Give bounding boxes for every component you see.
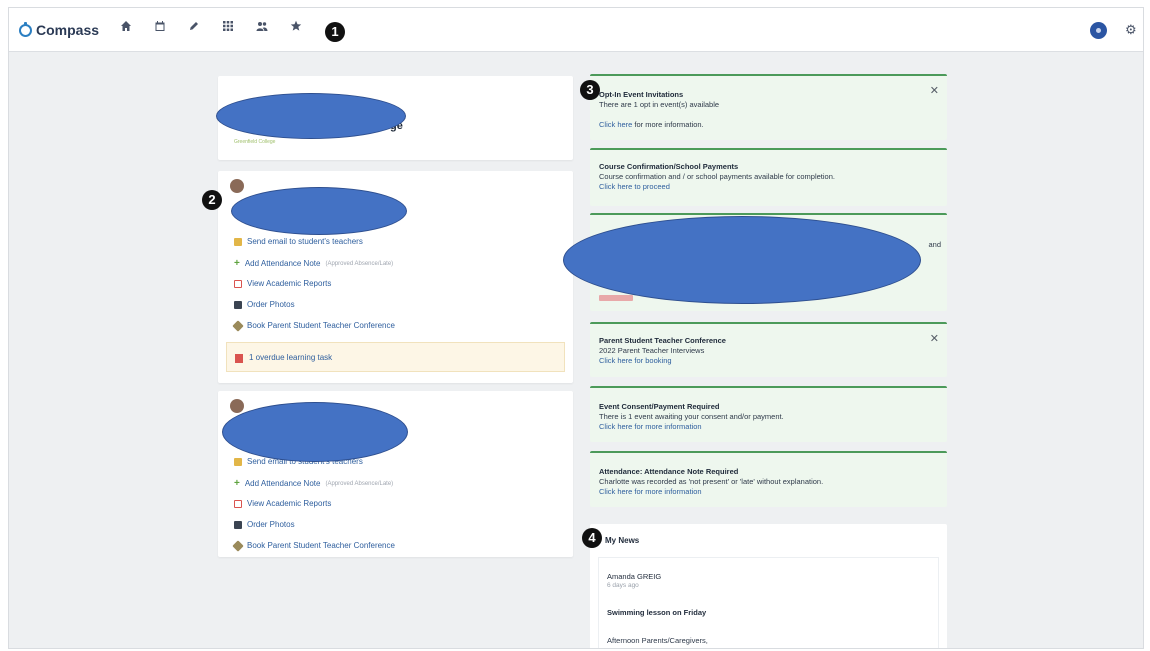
callout-3: 3 [580, 80, 600, 100]
camera-icon [234, 520, 242, 529]
notice-thumbnail [599, 295, 633, 301]
calendar-icon[interactable] [153, 20, 167, 34]
redaction-student-2 [222, 402, 408, 462]
plus-icon: + [234, 258, 240, 269]
overdue-task-alert[interactable]: 1 overdue learning task [226, 342, 565, 372]
people-icon[interactable] [255, 20, 269, 34]
optin-more-info-link[interactable]: Click here for more information. [599, 120, 704, 129]
notice-optin-events: Opt-In Event Invitations There are 1 opt… [590, 74, 947, 140]
add-attendance-note-link[interactable]: + Add Attendance Note (Approved Absence/… [234, 478, 393, 489]
book-conference-link[interactable]: Book Parent Student Teacher Conference [232, 319, 395, 332]
my-news-panel: My News Amanda GREIG 6 days ago Swimming… [590, 524, 947, 648]
plus-icon: + [234, 478, 240, 489]
notice-attendance-note: Attendance: Attendance Note Required Cha… [590, 451, 947, 507]
compass-logo[interactable]: Compass [19, 20, 99, 40]
report-icon [234, 499, 242, 508]
my-news-heading: My News [605, 536, 640, 545]
add-attendance-note-link[interactable]: + Add Attendance Note (Approved Absence/… [234, 258, 393, 269]
notice-course-payments: Course Confirmation/School Payments Cour… [590, 148, 947, 206]
gear-icon[interactable]: ⚙ [1125, 22, 1137, 38]
news-post-title: Swimming lesson on Friday [607, 608, 707, 617]
conference-icon [232, 319, 244, 332]
redaction-notice [563, 216, 921, 304]
news-post-body: Afternoon Parents/Caregivers, [607, 636, 708, 645]
star-icon[interactable] [289, 20, 303, 34]
callout-4: 4 [582, 528, 602, 548]
callout-2: 2 [202, 190, 222, 210]
order-photos-link[interactable]: Order Photos [234, 300, 295, 309]
camera-icon [234, 300, 242, 309]
consent-more-info-link[interactable]: Click here for more information [599, 422, 702, 431]
close-icon[interactable]: ✕ [930, 84, 939, 97]
news-author: Amanda GREIG [607, 572, 662, 581]
book-conference-link[interactable]: Book Parent Student Teacher Conference [232, 539, 395, 552]
close-icon[interactable]: ✕ [930, 332, 939, 345]
pencil-icon[interactable] [187, 20, 201, 34]
view-academic-reports-link[interactable]: View Academic Reports [234, 279, 331, 288]
task-icon [235, 354, 243, 363]
browser-frame: Compass ⚙ 1 2 3 4 Greenfield College Sen… [8, 7, 1144, 649]
redaction-school-name [216, 93, 406, 139]
grid-icon[interactable] [221, 20, 235, 34]
email-icon [234, 457, 242, 466]
attendance-more-info-link[interactable]: Click here for more information [599, 487, 702, 496]
app-name: Compass [36, 22, 100, 38]
compass-logo-icon [19, 21, 32, 37]
course-proceed-link[interactable]: Click here to proceed [599, 182, 670, 191]
notice-event-consent: Event Consent/Payment Required There is … [590, 386, 947, 442]
notice-parent-teacher-conference: Parent Student Teacher Conference 2022 P… [590, 322, 947, 377]
news-date: 6 days ago [607, 582, 639, 589]
nav-icon-bar [119, 20, 303, 34]
redaction-student-1 [231, 187, 407, 235]
conference-icon [232, 539, 244, 552]
report-icon [234, 279, 242, 288]
view-academic-reports-link[interactable]: View Academic Reports [234, 499, 331, 508]
news-item[interactable]: Amanda GREIG 6 days ago Swimming lesson … [598, 557, 939, 648]
callout-1: 1 [325, 22, 345, 42]
student-photo [230, 399, 244, 413]
top-navigation-bar: Compass ⚙ [9, 8, 1143, 52]
order-photos-link[interactable]: Order Photos [234, 520, 295, 529]
user-avatar[interactable] [1090, 22, 1107, 39]
conference-booking-link[interactable]: Click here for booking [599, 356, 672, 365]
send-email-link[interactable]: Send email to student's teachers [234, 237, 363, 246]
home-icon[interactable] [119, 20, 133, 34]
school-subtitle: Greenfield College [234, 139, 276, 145]
student-photo [230, 179, 244, 193]
email-icon [234, 237, 242, 246]
